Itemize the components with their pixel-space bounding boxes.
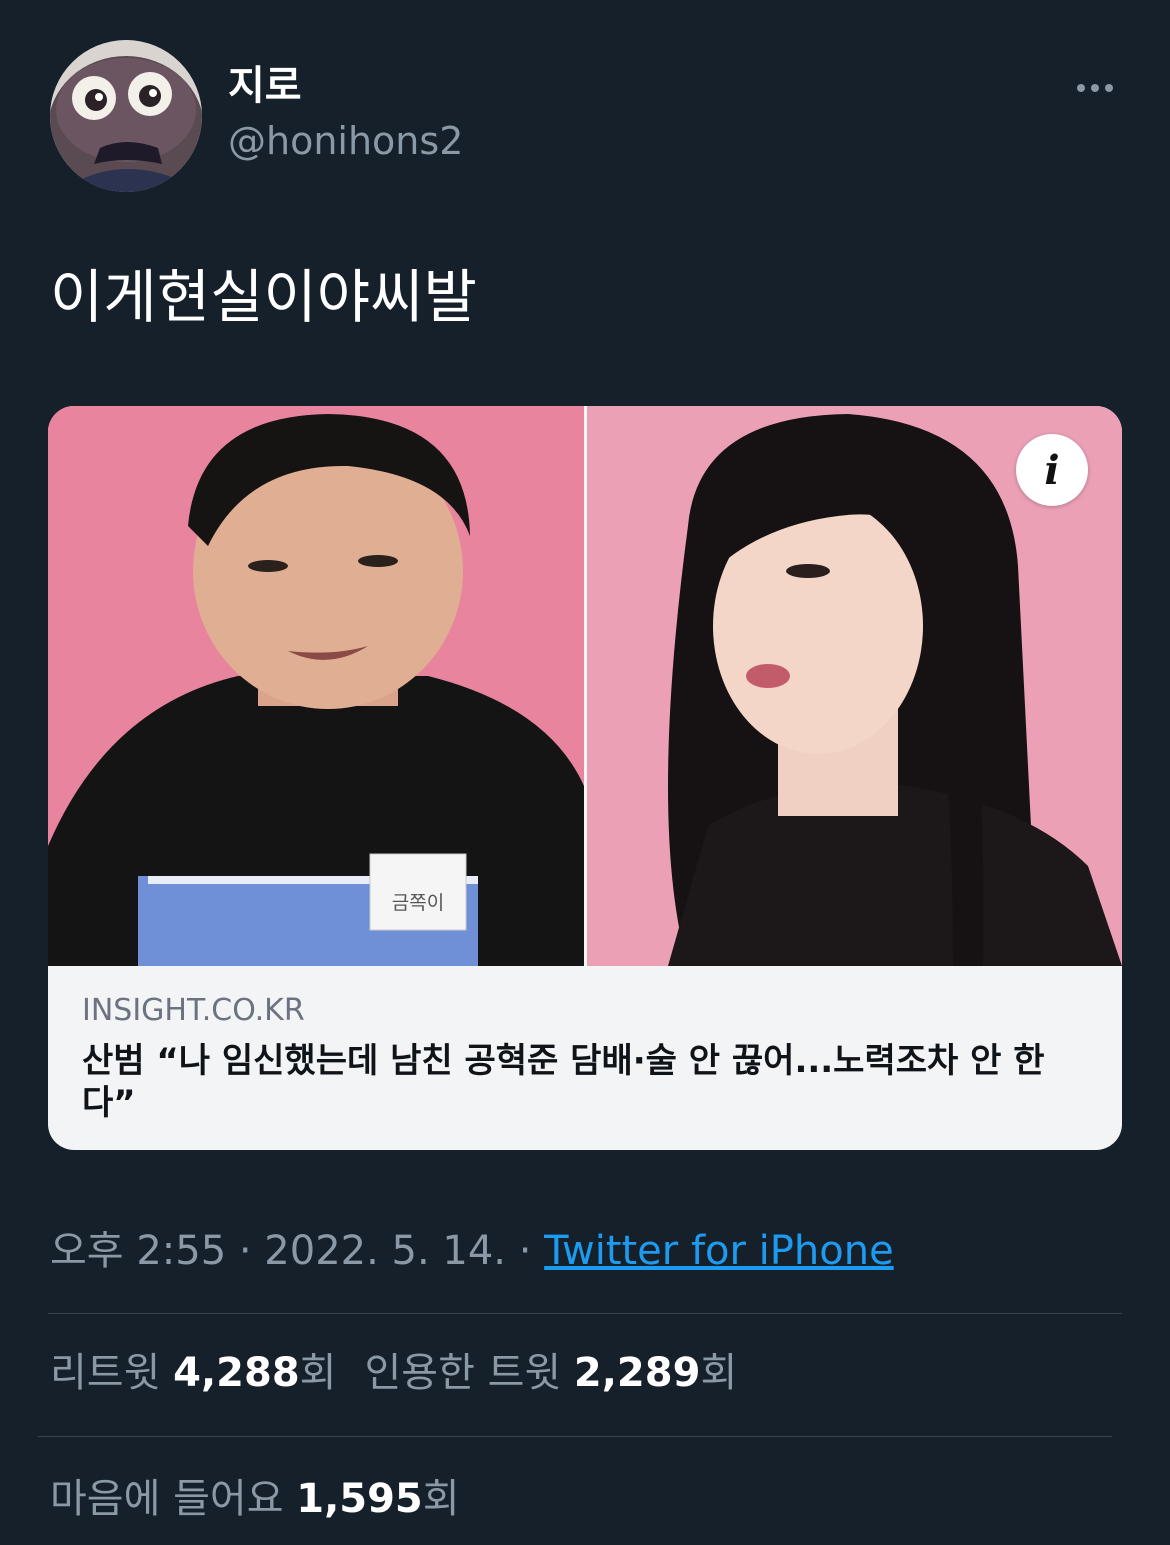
likes-stat[interactable]: 마음에 들어요 1,595회	[50, 1476, 460, 1522]
card-title[interactable]: 산범 “나 임신했는데 남친 공혁준 담배·술 안 끊어...노력조차 안 한다…	[82, 1040, 1088, 1124]
likes-stats-row: 마음에 들어요 1,595회	[50, 1474, 460, 1524]
card-image[interactable]: 금쪽이	[48, 406, 1122, 966]
likes-count: 1,595	[296, 1476, 423, 1522]
retweets-count: 4,288	[173, 1350, 300, 1396]
engagement-stats-row: 리트윗 4,288회 인용한 트윗 2,289회	[50, 1348, 737, 1398]
likes-label: 마음에 들어요	[50, 1476, 297, 1522]
character-avatar-icon	[50, 40, 202, 192]
tweet-detail-page: 지로 @honihons2 이게현실이야씨발 금쪽이 i INSIGHT.CO.…	[0, 0, 1170, 1545]
retweets-label: 리트윗	[50, 1350, 174, 1396]
quotes-label: 인용한 트윗	[364, 1350, 574, 1396]
retweets-unit: 회	[299, 1350, 337, 1396]
likes-unit: 회	[422, 1476, 460, 1522]
name-tag-text: 금쪽이	[392, 892, 444, 914]
meta-separator: ·	[226, 1228, 265, 1274]
quotes-stat[interactable]: 인용한 트윗 2,289회	[364, 1350, 737, 1396]
quotes-unit: 회	[700, 1350, 738, 1396]
link-preview-card[interactable]: 금쪽이 i INSIGHT.CO.KR 산범 “나 임신했는데 남친 공혁준 담…	[48, 406, 1122, 1150]
info-icon[interactable]: i	[1016, 434, 1088, 506]
divider	[48, 1313, 1122, 1314]
card-domain: INSIGHT.CO.KR	[82, 993, 305, 1028]
retweets-stat[interactable]: 리트윗 4,288회	[50, 1350, 336, 1396]
tweet-text: 이게현실이야씨발	[50, 263, 477, 331]
quotes-count: 2,289	[573, 1350, 701, 1396]
user-handle[interactable]: @honihons2	[228, 118, 463, 164]
tweet-date[interactable]: 2022. 5. 14.	[264, 1228, 506, 1274]
source-link[interactable]: Twitter for iPhone	[544, 1228, 894, 1274]
more-options-icon[interactable]	[1066, 70, 1124, 106]
divider	[38, 1436, 1112, 1437]
tweet-meta: 오후 2:55 · 2022. 5. 14. · Twitter for iPh…	[50, 1226, 894, 1276]
display-name[interactable]: 지로	[228, 62, 302, 110]
meta-separator: ·	[506, 1228, 545, 1274]
tweet-time[interactable]: 오후 2:55	[50, 1228, 226, 1274]
avatar[interactable]	[50, 40, 202, 192]
